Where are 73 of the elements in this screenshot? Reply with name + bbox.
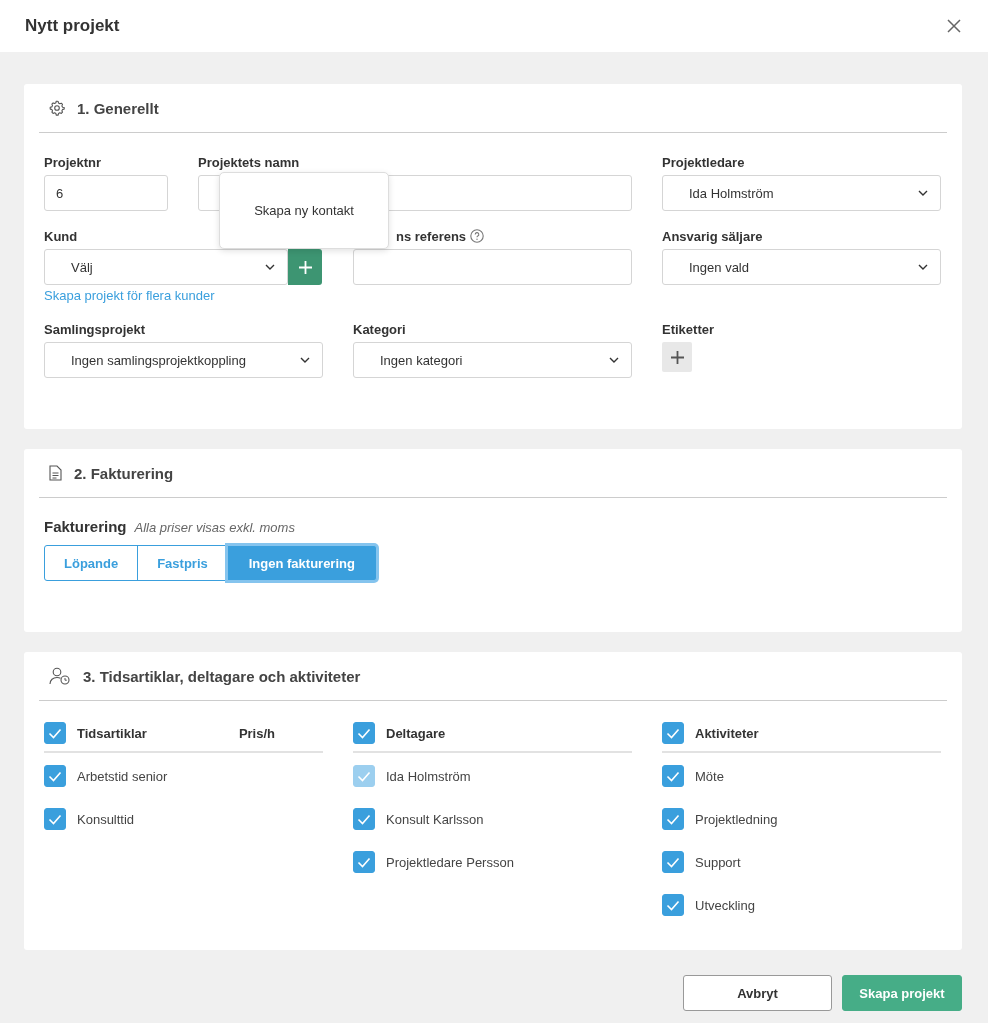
check-icon — [666, 899, 680, 911]
checkbox[interactable] — [662, 765, 684, 787]
checkbox-label: Support — [695, 854, 741, 870]
field-label: Projektets namn — [198, 154, 300, 170]
checkbox[interactable] — [44, 808, 66, 830]
check-icon — [357, 813, 371, 825]
section-title: 2. Fakturering — [74, 464, 174, 482]
check-icon — [357, 856, 371, 868]
dropdown[interactable]: Ingen samlingsprojektkoppling — [44, 342, 323, 378]
check-icon — [666, 813, 680, 825]
field-label: ns referens — [396, 228, 467, 244]
checkbox-label: Ida Holmström — [386, 768, 471, 784]
field-label: Ansvarig säljare — [662, 228, 763, 244]
cancel-button[interactable]: Avbryt — [683, 975, 832, 1011]
field-label: Projektnr — [44, 154, 102, 170]
tooltip: Skapa ny kontakt — [219, 172, 389, 249]
check-icon — [666, 770, 680, 782]
check-icon — [48, 813, 62, 825]
checkbox-label: Möte — [695, 768, 724, 784]
column-header: Deltagare — [386, 725, 446, 741]
document-icon — [49, 465, 62, 481]
note: Alla priser visas exkl. moms — [134, 520, 295, 535]
field-label: Samlingsprojekt — [44, 321, 146, 337]
checkbox[interactable] — [353, 722, 375, 744]
checkbox-label: Konsult Karlsson — [386, 811, 484, 827]
check-icon — [666, 856, 680, 868]
checkbox-label: Projektledare Persson — [386, 854, 514, 870]
chevron-down-icon — [918, 190, 928, 196]
dialog-title: Nytt projekt — [25, 16, 120, 36]
checkbox-label: Konsulttid — [77, 811, 135, 827]
field-label: Kategori — [353, 321, 406, 337]
add-button[interactable] — [288, 249, 322, 285]
plus-icon — [670, 350, 684, 364]
field-label: Etiketter — [662, 321, 715, 337]
field-label: Fakturering — [44, 518, 127, 535]
settings-icon — [49, 100, 65, 116]
field-label: Projektledare — [662, 154, 745, 170]
field-label: Kund — [44, 228, 78, 244]
dropdown[interactable]: Ingen vald — [662, 249, 941, 285]
checkbox[interactable] — [353, 808, 375, 830]
check-icon — [48, 770, 62, 782]
checkbox[interactable] — [44, 722, 66, 744]
check-icon — [357, 770, 371, 782]
checkbox[interactable] — [662, 851, 684, 873]
dropdown[interactable]: Ingen kategori — [353, 342, 632, 378]
checkbox[interactable] — [662, 722, 684, 744]
add-tag-button[interactable] — [662, 342, 692, 372]
checkbox-label: Arbetstid senior — [77, 768, 168, 784]
check-icon — [666, 727, 680, 739]
column-header: Aktiviteter — [695, 725, 759, 741]
dropdown[interactable]: Ida Holmström — [662, 175, 941, 211]
section-title: 3. Tidsartiklar, deltagare och aktiviteter — [83, 667, 361, 685]
section-title: 1. Generellt — [77, 99, 159, 117]
close-icon[interactable] — [947, 19, 961, 33]
text-field[interactable]: 6 — [44, 175, 168, 211]
chevron-down-icon — [918, 264, 928, 270]
checkbox-label: Projektledning — [695, 811, 778, 827]
text-field[interactable] — [353, 249, 632, 285]
checkbox[interactable] — [662, 808, 684, 830]
column-header: Tidsartiklar — [77, 725, 147, 741]
chevron-down-icon — [609, 357, 619, 363]
checkbox[interactable] — [662, 894, 684, 916]
chevron-down-icon — [300, 357, 310, 363]
column-header: Pris/h — [238, 725, 275, 741]
checkbox-label: Utveckling — [695, 897, 755, 913]
checkbox[interactable] — [353, 851, 375, 873]
chevron-down-icon — [265, 264, 275, 270]
user-clock-icon — [49, 667, 71, 685]
plus-icon — [298, 260, 312, 274]
check-icon — [357, 727, 371, 739]
dropdown[interactable]: Välj — [44, 249, 288, 285]
check-icon — [48, 727, 62, 739]
checkbox[interactable] — [44, 765, 66, 787]
